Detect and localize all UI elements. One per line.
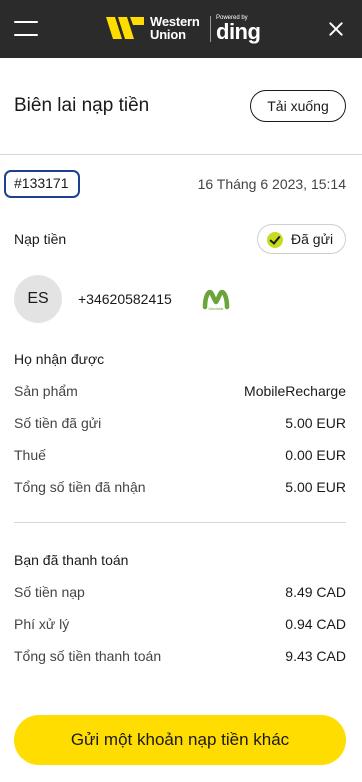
amount-sent-label: Số tiền đã gửi: [14, 415, 102, 431]
paid-section-title: Bạn đã thanh toán: [14, 552, 129, 568]
brand-name: Western Union: [150, 14, 200, 42]
close-icon[interactable]: [326, 19, 346, 39]
total-received-value: 5.00 EUR: [285, 479, 346, 495]
page-title: Biên lai nạp tiền: [14, 95, 150, 116]
topup-amount-value: 8.49 CAD: [285, 584, 346, 600]
status-text: Đã gửi: [291, 231, 334, 247]
operator-name: Movistar: [208, 306, 224, 311]
total-paid-value: 9.43 CAD: [285, 648, 346, 664]
product-value: MobileRecharge: [244, 383, 346, 399]
transaction-type: Nạp tiền: [14, 231, 67, 247]
status-badge: Đã gửi: [257, 224, 346, 254]
received-section-title: Họ nhận được: [14, 351, 105, 367]
logo-divider: [210, 16, 211, 42]
check-icon: [267, 232, 283, 248]
tax-label: Thuế: [14, 447, 46, 463]
total-received-label: Tổng số tiền đã nhận: [14, 479, 146, 495]
order-date: 16 Tháng 6 2023, 15:14: [197, 176, 346, 192]
total-paid-label: Tổng số tiền thanh toán: [14, 648, 162, 664]
order-id: #133171: [4, 170, 80, 198]
western-union-logo-icon: [106, 17, 144, 39]
download-button[interactable]: Tải xuống: [250, 90, 346, 122]
recipient-avatar: ES: [14, 275, 62, 323]
western-union-ding-logo: Western Union Powered by ding: [106, 12, 266, 46]
tax-value: 0.00 EUR: [285, 447, 346, 463]
hamburger-menu-icon[interactable]: [14, 20, 38, 38]
amount-sent-value: 5.00 EUR: [285, 415, 346, 431]
product-label: Sản phẩm: [14, 383, 78, 399]
partner-name: ding: [216, 19, 261, 44]
recipient-phone: +34620582415: [78, 291, 172, 307]
section-divider: [14, 522, 346, 523]
header-divider: [0, 154, 362, 155]
fee-value: 0.94 CAD: [285, 616, 346, 632]
send-another-topup-button[interactable]: Gửi một khoản nạp tiền khác: [14, 715, 346, 765]
fee-label: Phí xử lý: [14, 616, 70, 632]
top-bar: Western Union Powered by ding: [0, 0, 362, 58]
topup-amount-label: Số tiền nạp: [14, 584, 85, 600]
